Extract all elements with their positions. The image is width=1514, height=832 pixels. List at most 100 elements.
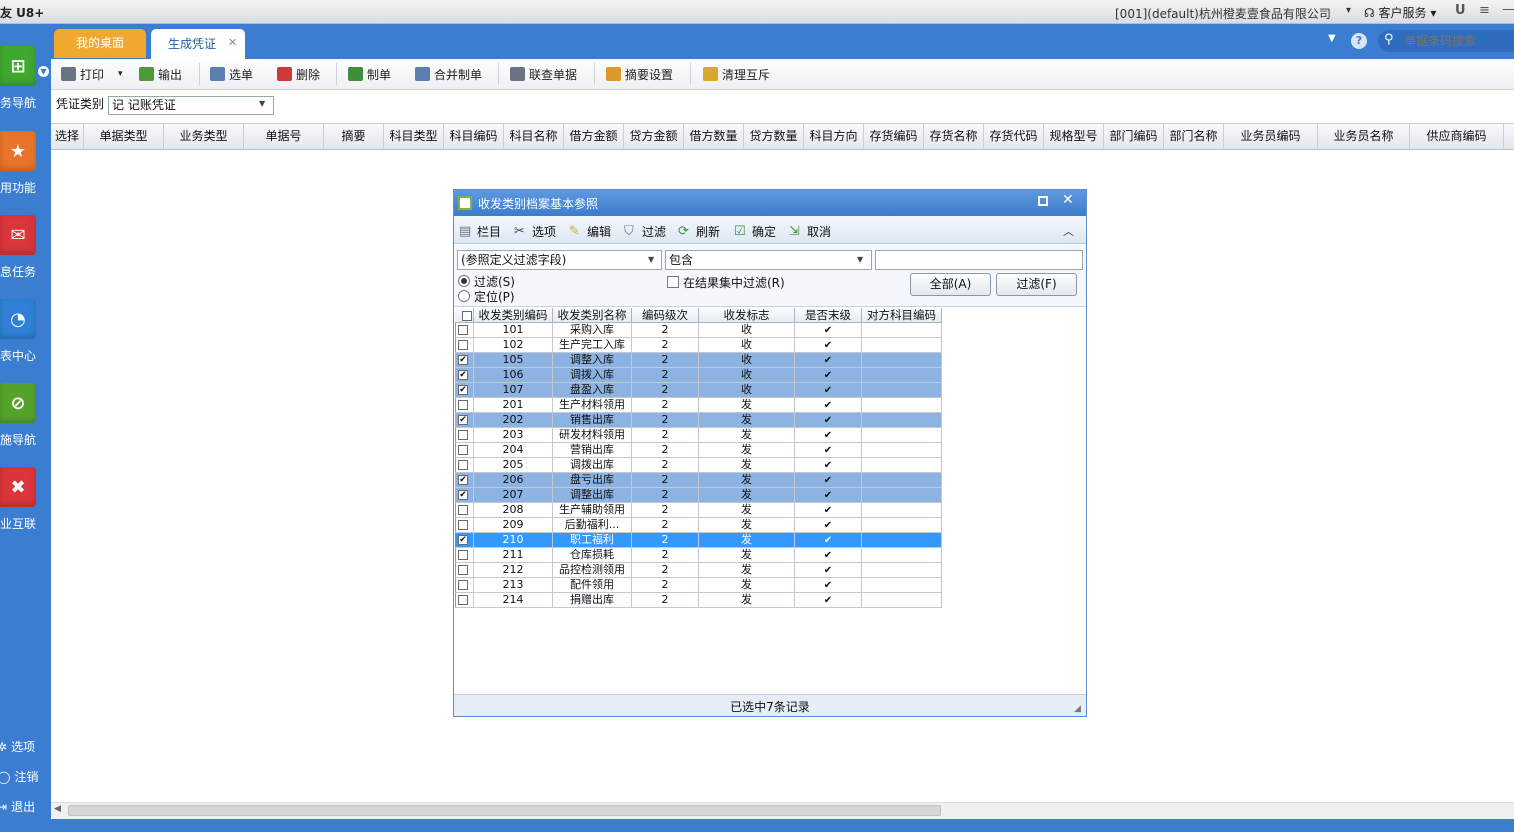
- row-checkbox-cell[interactable]: ✔: [455, 413, 474, 428]
- table-row[interactable]: ✔ 206 盘亏出库 2 发 ✔: [455, 473, 942, 488]
- checkbox-checked[interactable]: ✔: [458, 355, 468, 365]
- toolbar-print-button[interactable]: 打印 ▾: [61, 65, 123, 83]
- row-checkbox-cell[interactable]: [455, 428, 474, 443]
- minimize-icon[interactable]: —: [1502, 2, 1514, 17]
- checkbox-unchecked[interactable]: [458, 550, 468, 560]
- row-checkbox-cell[interactable]: [455, 518, 474, 533]
- toolbar-clean-button[interactable]: 清理互斥: [703, 65, 770, 83]
- grid-column-header[interactable]: 业务员名称: [1318, 123, 1410, 150]
- grid-column-header[interactable]: 单据类型: [84, 123, 164, 150]
- company-name[interactable]: [001](default)杭州橙麦壹食品有限公司: [1115, 5, 1331, 22]
- table-row[interactable]: 212 品控检测领用 2 发 ✔: [455, 563, 942, 578]
- checkbox-checked[interactable]: ✔: [458, 475, 468, 485]
- chevron-up-icon[interactable]: ︿: [1063, 223, 1074, 239]
- toolbar-make-voucher-button[interactable]: 制单: [348, 65, 391, 83]
- row-checkbox-cell[interactable]: [455, 323, 474, 338]
- table-row[interactable]: ✔ 202 销售出库 2 发 ✔: [455, 413, 942, 428]
- checkbox-unchecked[interactable]: [458, 520, 468, 530]
- maximize-icon[interactable]: [1038, 196, 1048, 206]
- checkbox-unchecked[interactable]: [458, 325, 468, 335]
- checkbox-checked[interactable]: ✔: [458, 415, 468, 425]
- table-row[interactable]: 203 研发材料领用 2 发 ✔: [455, 428, 942, 443]
- checkbox-unchecked[interactable]: [458, 595, 468, 605]
- help-icon[interactable]: ?: [1351, 33, 1367, 49]
- grid-column-header[interactable]: 借方数量: [684, 123, 744, 150]
- category-column-header[interactable]: 编码级次: [632, 308, 699, 323]
- row-checkbox-cell[interactable]: ✔: [455, 473, 474, 488]
- sidebar-item-3[interactable]: ✉: [0, 215, 36, 255]
- dialog-confirm-button[interactable]: ☑ 确定: [734, 223, 776, 240]
- row-checkbox-cell[interactable]: ✔: [455, 353, 474, 368]
- search-icon[interactable]: ⚲: [1384, 32, 1394, 47]
- table-row[interactable]: 214 捐赠出库 2 发 ✔: [455, 593, 942, 608]
- category-column-header[interactable]: 收发类别名称: [553, 308, 632, 323]
- sidebar-item-1[interactable]: ⊞: [0, 46, 36, 86]
- tab-my-desktop[interactable]: 我的桌面: [54, 29, 146, 58]
- toolbar-delete-button[interactable]: 删除: [277, 65, 320, 83]
- customer-service-button[interactable]: ☊ 客户服务 ▾: [1364, 4, 1436, 21]
- checkbox-unchecked[interactable]: [458, 445, 468, 455]
- search-input[interactable]: [1404, 33, 1512, 49]
- filter-radio[interactable]: [458, 275, 470, 287]
- row-checkbox-cell[interactable]: [455, 503, 474, 518]
- grid-column-header[interactable]: 贷方金额: [624, 123, 684, 150]
- row-checkbox-cell[interactable]: [455, 563, 474, 578]
- filter-field-select[interactable]: (参照定义过滤字段): [457, 250, 662, 270]
- dialog-columns-button[interactable]: ▤ 栏目: [459, 223, 501, 240]
- checkbox-unchecked[interactable]: [458, 400, 468, 410]
- sidebar-item-6[interactable]: ✖: [0, 467, 36, 507]
- table-row[interactable]: 101 采购入库 2 收 ✔: [455, 323, 942, 338]
- table-row[interactable]: ✔ 105 调整入库 2 收 ✔: [455, 353, 942, 368]
- scroll-left-icon[interactable]: ◀: [54, 804, 61, 814]
- grid-column-header[interactable]: 科目类型: [384, 123, 444, 150]
- row-checkbox-cell[interactable]: ✔: [455, 368, 474, 383]
- table-row[interactable]: ✔ 106 调拨入库 2 收 ✔: [455, 368, 942, 383]
- grid-column-header[interactable]: 摘要: [324, 123, 384, 150]
- checkbox-unchecked[interactable]: [458, 430, 468, 440]
- grid-column-header[interactable]: 选择: [51, 123, 84, 150]
- chevron-down-icon[interactable]: ▼: [648, 255, 654, 264]
- row-checkbox-cell[interactable]: ✔: [455, 533, 474, 548]
- chevron-down-icon[interactable]: ▼: [857, 255, 863, 264]
- close-icon[interactable]: ✕: [228, 36, 237, 49]
- checkbox-unchecked[interactable]: [458, 565, 468, 575]
- select-all-checkbox[interactable]: [462, 311, 472, 321]
- sidebar-collapse-icon[interactable]: ▼: [38, 66, 49, 77]
- show-all-button[interactable]: 全部(A): [910, 273, 991, 296]
- row-checkbox-cell[interactable]: [455, 443, 474, 458]
- table-row[interactable]: 208 生产辅助领用 2 发 ✔: [455, 503, 942, 518]
- category-column-header[interactable]: 对方科目编码: [862, 308, 942, 323]
- menu-icon[interactable]: ≡: [1479, 3, 1490, 18]
- toolbar-query-doc-button[interactable]: 联查单据: [510, 65, 577, 83]
- sidebar-item-2[interactable]: ★: [0, 131, 36, 171]
- checkbox-unchecked[interactable]: [458, 460, 468, 470]
- grid-column-header[interactable]: 存货代码: [984, 123, 1044, 150]
- grid-column-header[interactable]: 规格型号: [1044, 123, 1104, 150]
- checkbox-unchecked[interactable]: [458, 340, 468, 350]
- grid-column-header[interactable]: 科目编码: [444, 123, 504, 150]
- chevron-down-icon[interactable]: ▼: [259, 99, 265, 108]
- grid-column-header[interactable]: 存货编码: [864, 123, 924, 150]
- row-checkbox-cell[interactable]: ✔: [455, 488, 474, 503]
- resize-grip-icon[interactable]: ◢: [1074, 704, 1081, 714]
- grid-column-header[interactable]: 供应商编码: [1410, 123, 1504, 150]
- dialog-options-button[interactable]: ✂ 选项: [514, 223, 556, 240]
- filter-in-result-checkbox[interactable]: [667, 276, 679, 288]
- table-row[interactable]: 201 生产材料领用 2 发 ✔: [455, 398, 942, 413]
- sidebar-exit-button[interactable]: ⇥ 退出: [0, 798, 35, 815]
- chevron-down-icon[interactable]: ▾: [1346, 5, 1351, 16]
- toolbar-summary-settings-button[interactable]: 摘要设置: [606, 65, 673, 83]
- locate-radio[interactable]: [458, 290, 470, 302]
- grid-column-header[interactable]: 业务类型: [164, 123, 244, 150]
- checkbox-checked[interactable]: ✔: [458, 535, 468, 545]
- toolbar-select-doc-button[interactable]: 选单: [210, 65, 253, 83]
- table-row[interactable]: 211 仓库损耗 2 发 ✔: [455, 548, 942, 563]
- row-checkbox-cell[interactable]: [455, 548, 474, 563]
- table-row[interactable]: ✔ 210 职工福利 2 发 ✔: [455, 533, 942, 548]
- chevron-down-icon[interactable]: ▾: [118, 69, 123, 79]
- table-row[interactable]: ✔ 207 调整出库 2 发 ✔: [455, 488, 942, 503]
- grid-column-header[interactable]: 单据号: [244, 123, 324, 150]
- chevron-down-icon[interactable]: ▼: [1328, 33, 1336, 44]
- checkbox-checked[interactable]: ✔: [458, 490, 468, 500]
- table-row[interactable]: 204 营销出库 2 发 ✔: [455, 443, 942, 458]
